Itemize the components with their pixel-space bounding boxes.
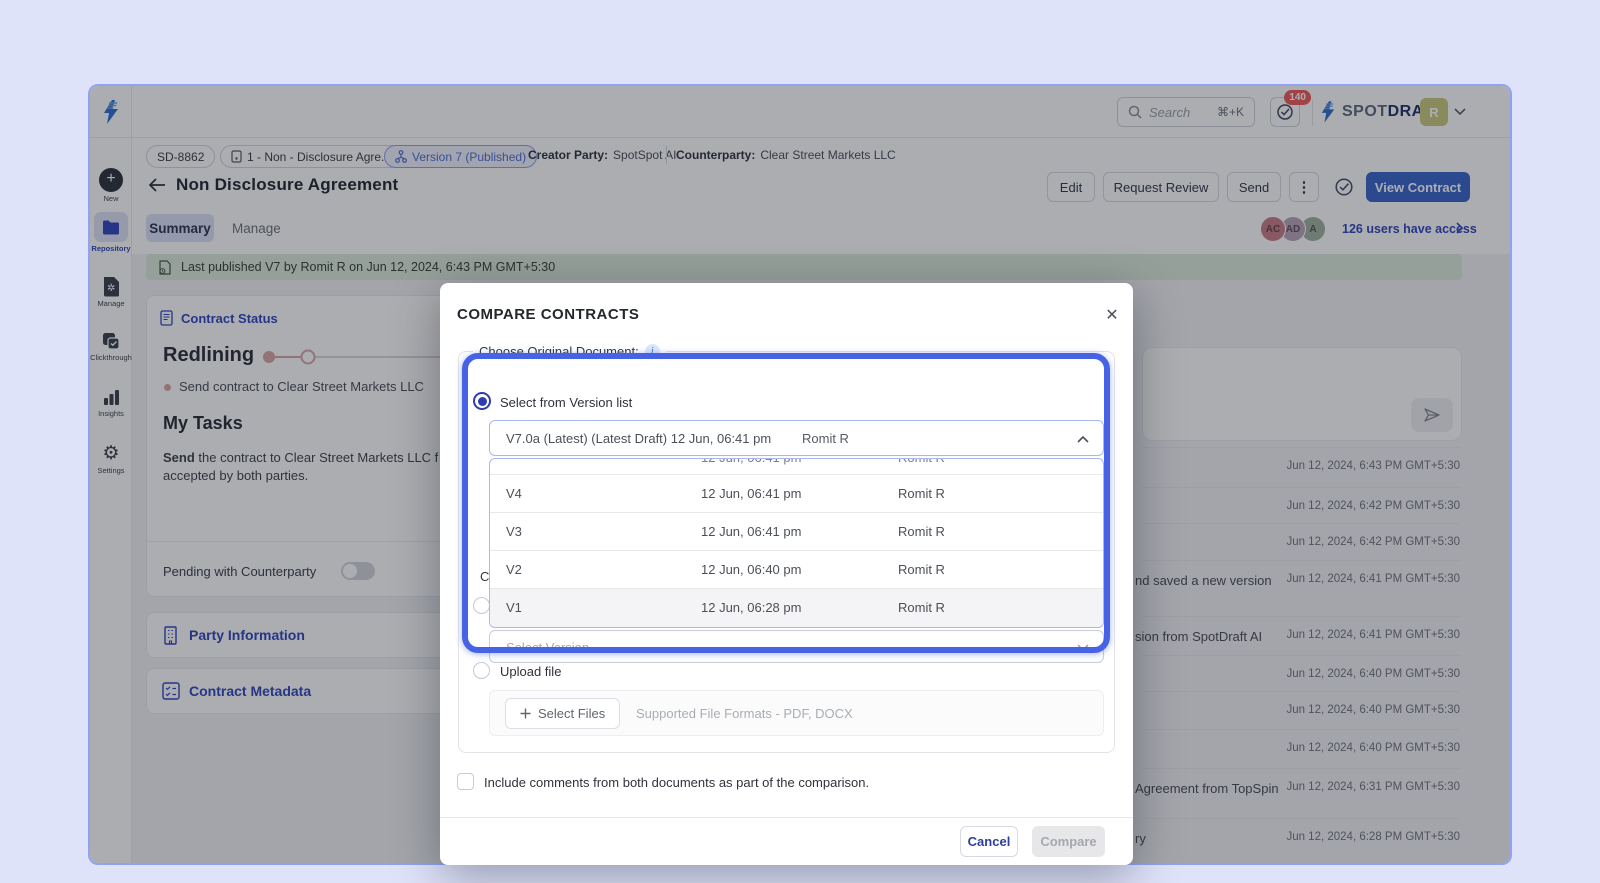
- footer-divider: [440, 817, 1133, 818]
- version-label: V1: [506, 600, 522, 615]
- version-option-v4[interactable]: V4 12 Jun, 06:41 pm Romit R: [490, 475, 1103, 513]
- radio-upload-file[interactable]: [473, 662, 490, 684]
- radio-off-icon: [473, 662, 490, 679]
- version-author: Romit R: [898, 524, 945, 539]
- version-time: 12 Jun, 06:41 pm: [701, 486, 802, 501]
- revised-version-select[interactable]: Select Version: [489, 630, 1104, 663]
- plus-icon: [520, 708, 531, 719]
- info-icon[interactable]: [644, 344, 660, 359]
- include-comments-label: Include comments from both documents as …: [484, 775, 870, 790]
- version-author: Romit R: [898, 600, 945, 615]
- select-files-label: Select Files: [538, 706, 606, 721]
- radio-select-from-version[interactable]: [473, 392, 491, 410]
- version-time: 12 Jun, 06:40 pm: [701, 562, 802, 577]
- choose-original-legend: Choose Original Document:: [473, 344, 666, 359]
- include-comments-checkbox[interactable]: [457, 773, 474, 790]
- version-option-clipped[interactable]: 12 Jun, 06:41 pm Romit R: [490, 459, 1103, 475]
- radio-select-from-version-label: Select from Version list: [500, 395, 633, 410]
- version-label: V4: [506, 486, 522, 501]
- modal-title: COMPARE CONTRACTS: [457, 306, 640, 323]
- file-upload-area: Select Files Supported File Formats - PD…: [489, 690, 1104, 736]
- close-icon[interactable]: [1100, 303, 1124, 327]
- radio-off-icon: [473, 597, 490, 614]
- version-author: Romit R: [898, 459, 945, 465]
- select-files-button[interactable]: Select Files: [505, 698, 621, 729]
- radio-revised-version[interactable]: [473, 597, 490, 619]
- select-version-placeholder: Select Version: [506, 640, 590, 655]
- version-author: Romit R: [898, 486, 945, 501]
- version-option-v2[interactable]: V2 12 Jun, 06:40 pm Romit R: [490, 551, 1103, 589]
- version-option-v3[interactable]: V3 12 Jun, 06:41 pm Romit R: [490, 513, 1103, 551]
- version-time: 12 Jun, 06:41 pm: [701, 524, 802, 539]
- compare-contracts-modal: COMPARE CONTRACTS Choose Original Docume…: [440, 283, 1133, 865]
- version-time: 12 Jun, 06:28 pm: [701, 600, 802, 615]
- original-version-select[interactable]: V7.0a (Latest) (Latest Draft) 12 Jun, 06…: [489, 420, 1104, 456]
- chevron-down-icon: [1077, 644, 1089, 652]
- compare-label: Compare: [1040, 834, 1097, 849]
- version-time: 12 Jun, 06:41 pm: [701, 459, 801, 465]
- selected-version-author: Romit R: [802, 431, 849, 446]
- chevron-up-icon: [1077, 435, 1089, 443]
- cancel-button[interactable]: Cancel: [960, 826, 1018, 857]
- compare-button[interactable]: Compare: [1032, 826, 1105, 857]
- version-author: Romit R: [898, 562, 945, 577]
- version-dropdown-list: 12 Jun, 06:41 pm Romit R V4 12 Jun, 06:4…: [489, 458, 1104, 628]
- supported-formats-hint: Supported File Formats - PDF, DOCX: [636, 706, 853, 721]
- radio-on-icon: [473, 392, 491, 410]
- version-label: V3: [506, 524, 522, 539]
- cancel-label: Cancel: [967, 834, 1011, 849]
- upload-file-label: Upload file: [500, 664, 562, 679]
- selected-version-text: V7.0a (Latest) (Latest Draft) 12 Jun, 06…: [506, 431, 772, 446]
- version-option-v1[interactable]: V1 12 Jun, 06:28 pm Romit R: [490, 589, 1103, 627]
- version-label: V2: [506, 562, 522, 577]
